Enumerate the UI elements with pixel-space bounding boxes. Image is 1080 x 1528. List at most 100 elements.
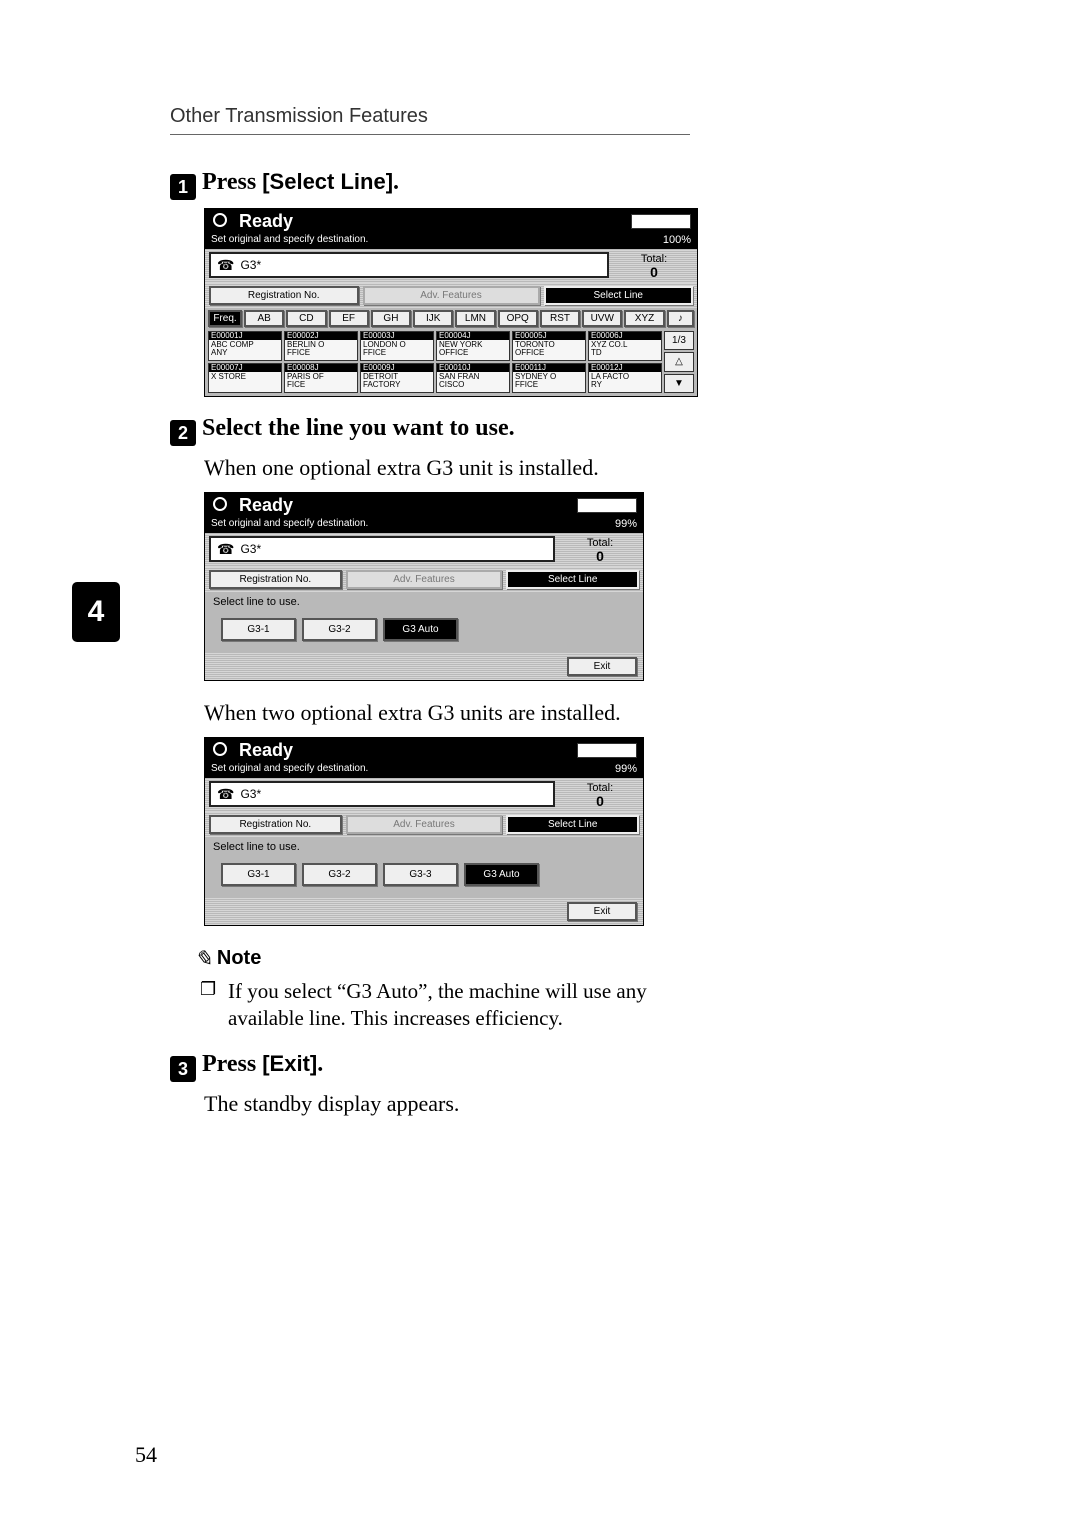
step-2-body-1: When one optional extra G3 unit is insta… — [204, 454, 694, 482]
screenshot-3: Ready Information Set original and speci… — [204, 737, 960, 926]
select-line-label: Select line to use. — [211, 594, 637, 618]
alpha-opq[interactable]: OPQ — [498, 310, 538, 327]
select-line-button[interactable]: Select Line — [506, 815, 639, 834]
dest-cell[interactable]: E00001JABC COMP ANY — [208, 331, 282, 361]
total-counter: Total: 0 — [615, 252, 693, 280]
tone-button[interactable]: ♪ — [667, 310, 694, 327]
dest-cell[interactable]: E00009JDETROIT FACTORY — [360, 363, 434, 393]
led-icon — [213, 213, 227, 227]
memory-percent: 99% — [615, 518, 637, 530]
screenshot-1: Ready Information Set original and speci… — [204, 208, 960, 397]
g3-1-button[interactable]: G3-1 — [221, 618, 296, 641]
step-1-badge: 1 — [170, 174, 196, 200]
g3-3-button[interactable]: G3-3 — [383, 863, 458, 886]
dest-cell[interactable]: E00012JLA FACTO RY — [588, 363, 662, 393]
dest-cell[interactable]: E00005JTORONTO OFFICE — [512, 331, 586, 361]
dest-cell[interactable]: E00010JSAN FRAN CISCO — [436, 363, 510, 393]
memory-percent: 99% — [615, 763, 637, 775]
alpha-ijk[interactable]: IJK — [413, 310, 453, 327]
freq-tab[interactable]: Freq. — [208, 310, 242, 327]
step-1-text-a: Press — [202, 169, 262, 195]
note-heading: ✎ Note — [194, 946, 960, 972]
alpha-gh[interactable]: GH — [371, 310, 411, 327]
information-button[interactable]: Information — [577, 743, 637, 758]
registration-no-button[interactable]: Registration No. — [209, 815, 342, 834]
g3-1-button[interactable]: G3-1 — [221, 863, 296, 886]
step-1-text-c: . — [393, 169, 399, 195]
phone-icon: ☎ — [217, 786, 234, 803]
dial-input[interactable]: ☎ G3* — [209, 781, 555, 807]
destination-grid: E00001JABC COMP ANY E00002JBERLIN O FFIC… — [205, 329, 697, 396]
step-3-text-b: [Exit] — [262, 1051, 317, 1076]
alpha-ab[interactable]: AB — [244, 310, 284, 327]
step-3-badge: 3 — [170, 1056, 196, 1082]
dest-cell[interactable]: E00003JLONDON O FFICE — [360, 331, 434, 361]
alpha-cd[interactable]: CD — [286, 310, 326, 327]
information-button[interactable]: Information — [577, 498, 637, 513]
subtitle-text: Set original and specify destination. — [211, 763, 368, 775]
page-indicator: 1/3 — [664, 331, 694, 350]
adv-features-button: Adv. Features — [363, 286, 540, 305]
led-icon — [213, 742, 227, 756]
step-1-heading: 1 Press [Select Line]. — [170, 169, 960, 200]
page-number: 54 — [135, 1442, 157, 1468]
alpha-ef[interactable]: EF — [329, 310, 369, 327]
select-line-button[interactable]: Select Line — [544, 286, 694, 305]
g3-indicator: G3* — [240, 258, 261, 272]
subtitle-text: Set original and specify destination. — [211, 518, 368, 530]
dest-cell[interactable]: E00004JNEW YORK OFFICE — [436, 331, 510, 361]
page-down-button[interactable]: ▼ — [664, 374, 694, 393]
information-button[interactable]: Information — [631, 214, 691, 229]
pencil-icon: ✎ — [194, 946, 212, 972]
total-counter: Total: 0 — [561, 781, 639, 809]
running-head: Other Transmission Features — [170, 105, 690, 135]
g3-indicator: G3* — [240, 542, 261, 556]
alpha-lmn[interactable]: LMN — [455, 310, 495, 327]
total-counter: Total: 0 — [561, 536, 639, 564]
status-ready: Ready — [239, 740, 293, 761]
dest-cell[interactable]: E00008JPARIS OF FICE — [284, 363, 358, 393]
exit-button[interactable]: Exit — [567, 902, 637, 921]
led-icon — [213, 497, 227, 511]
memory-percent: 100% — [663, 234, 691, 246]
registration-no-button[interactable]: Registration No. — [209, 570, 342, 589]
step-3-text-c: . — [317, 1051, 323, 1077]
screenshot-2: Ready Information Set original and speci… — [204, 492, 960, 681]
step-2-badge: 2 — [170, 420, 196, 446]
status-ready: Ready — [239, 495, 293, 516]
step-3-text-a: Press — [202, 1051, 262, 1077]
step-2-heading: 2 Select the line you want to use. — [170, 415, 960, 446]
alpha-rst[interactable]: RST — [540, 310, 580, 327]
status-ready: Ready — [239, 211, 293, 232]
adv-features-button: Adv. Features — [346, 815, 503, 834]
g3-auto-button[interactable]: G3 Auto — [383, 618, 458, 641]
registration-no-button[interactable]: Registration No. — [209, 286, 359, 305]
dest-cell[interactable]: E00011JSYDNEY O FFICE — [512, 363, 586, 393]
g3-2-button[interactable]: G3-2 — [302, 618, 377, 641]
alpha-xyz[interactable]: XYZ — [624, 310, 664, 327]
chapter-tab: 4 — [72, 582, 120, 642]
step-2-body-2: When two optional extra G3 units are ins… — [204, 699, 694, 727]
alpha-uvw[interactable]: UVW — [582, 310, 622, 327]
dest-cell[interactable]: E00002JBERLIN O FFICE — [284, 331, 358, 361]
g3-auto-button[interactable]: G3 Auto — [464, 863, 539, 886]
dest-cell[interactable]: E00007JX STORE — [208, 363, 282, 393]
phone-icon: ☎ — [217, 541, 234, 558]
step-3-heading: 3 Press [Exit]. — [170, 1051, 960, 1082]
g3-2-button[interactable]: G3-2 — [302, 863, 377, 886]
note-body: If you select “G3 Auto”, the machine wil… — [228, 978, 698, 1031]
select-line-button[interactable]: Select Line — [506, 570, 639, 589]
phone-icon: ☎ — [217, 257, 234, 274]
select-line-label: Select line to use. — [211, 839, 637, 863]
dest-cell[interactable]: E00006JXYZ CO.L TD — [588, 331, 662, 361]
page-up-button[interactable]: △ — [664, 352, 694, 371]
step-2-text: Select the line you want to use. — [202, 415, 515, 441]
g3-indicator: G3* — [240, 787, 261, 801]
adv-features-button: Adv. Features — [346, 570, 503, 589]
exit-button[interactable]: Exit — [567, 657, 637, 676]
step-3-body: The standby display appears. — [204, 1090, 694, 1118]
note-label: Note — [217, 947, 261, 969]
dial-input[interactable]: ☎ G3* — [209, 252, 609, 278]
subtitle-text: Set original and specify destination. — [211, 234, 368, 246]
dial-input[interactable]: ☎ G3* — [209, 536, 555, 562]
